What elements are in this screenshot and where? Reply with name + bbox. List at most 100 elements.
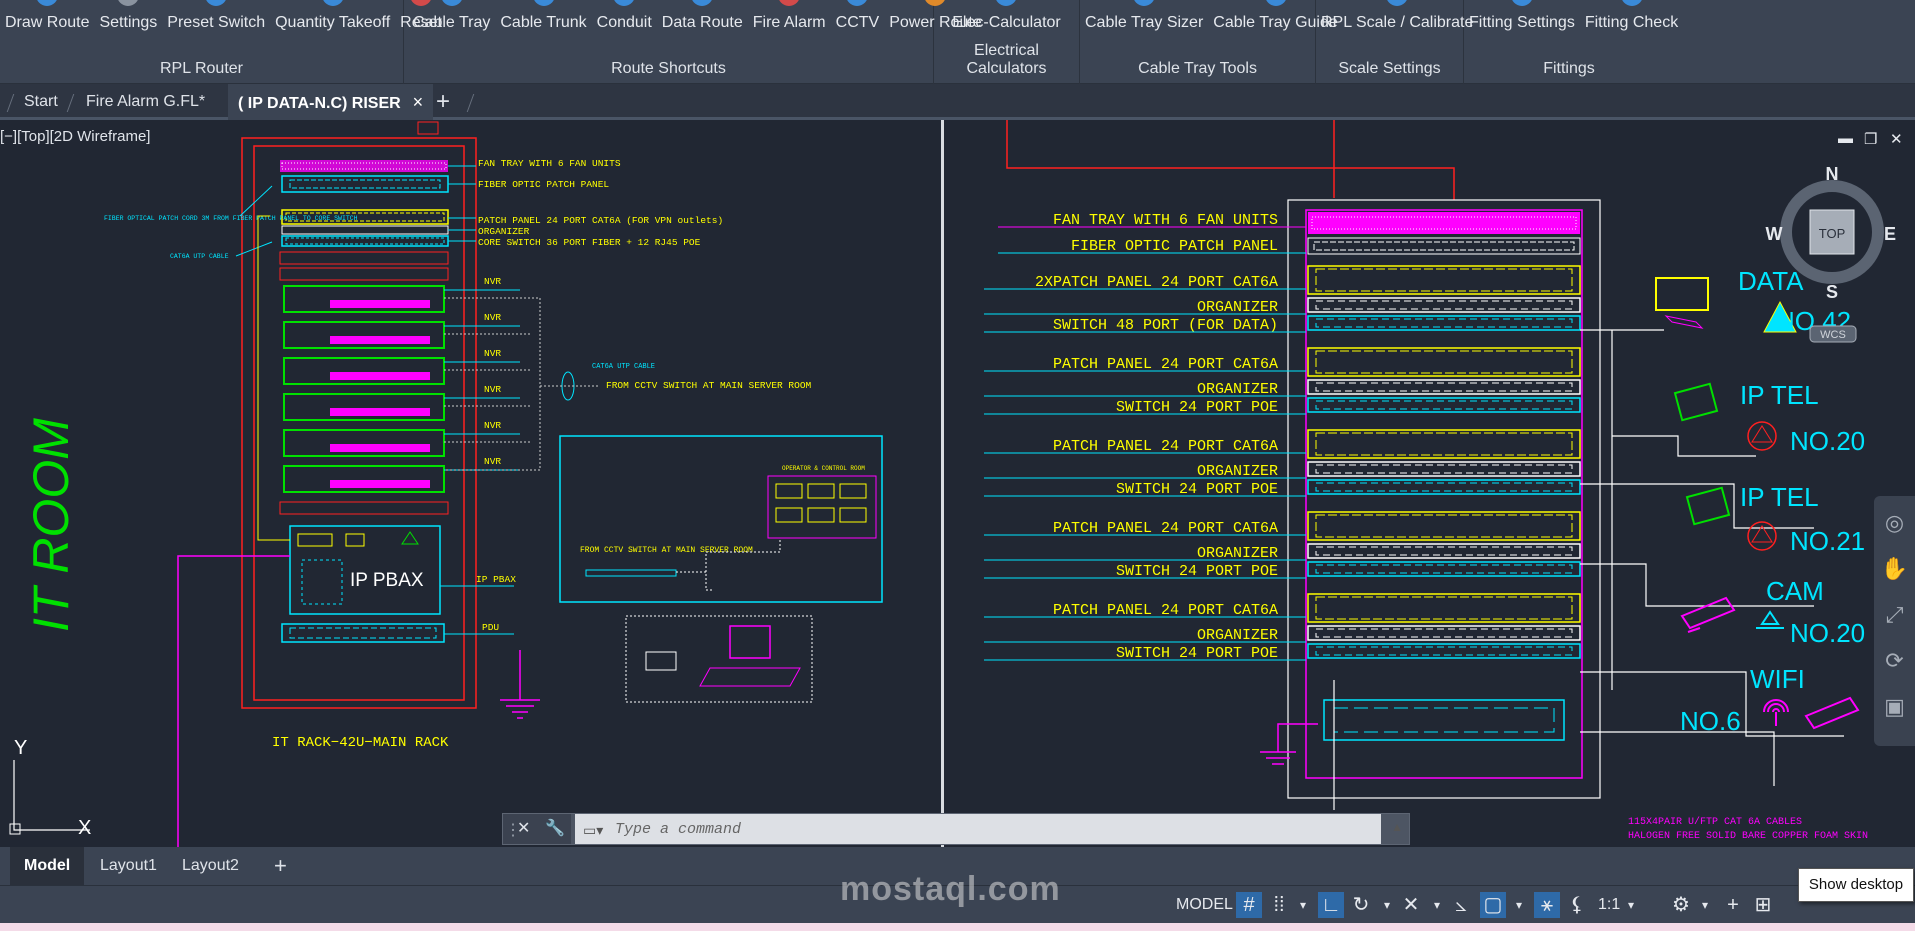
chevron-down-icon[interactable]: ▾ xyxy=(1618,892,1644,918)
tab-layout2[interactable]: Layout2 xyxy=(168,847,253,885)
feed-line xyxy=(177,555,290,847)
settings-button[interactable]: Settings xyxy=(94,0,162,38)
navigation-bar[interactable]: ◎ ✋ ⤢ ⟳ ▣ xyxy=(1874,496,1915,746)
cable-trunk-button[interactable]: Cable Trunk xyxy=(495,0,591,38)
chevron-down-icon[interactable]: ▾ xyxy=(1506,892,1532,918)
data-route-button[interactable]: Data Route xyxy=(657,0,748,38)
cctv-label: CCTV xyxy=(835,14,880,31)
viewcube-south[interactable]: S xyxy=(1826,282,1838,302)
rack-unit-org xyxy=(1307,625,1581,641)
grid-icon[interactable]: # xyxy=(1236,892,1262,918)
desk-keyboard xyxy=(699,667,801,687)
blank-panel xyxy=(279,251,449,265)
tab-start[interactable]: Start xyxy=(14,84,68,120)
selection-cycling-icon[interactable]: ▢ xyxy=(1480,892,1506,918)
lineweight-icon[interactable]: ⦣ xyxy=(1448,892,1474,918)
rack-callout: SWITCH 24 PORT POE xyxy=(1116,645,1278,662)
core-switch-ports xyxy=(285,237,445,245)
new-layout-button[interactable]: + xyxy=(260,847,301,885)
workspace-gear-icon[interactable]: ⚙ xyxy=(1668,892,1694,918)
command-history-icon[interactable]: ▲ xyxy=(1391,820,1403,834)
cctv-camera-icon xyxy=(1804,696,1860,730)
right-fan-tray xyxy=(1308,212,1580,234)
pbax-indicator xyxy=(297,533,333,547)
auto-scale-icon[interactable]: ⚸ xyxy=(1564,892,1590,918)
draw-route-button[interactable]: Draw Route xyxy=(0,0,94,38)
chevron-down-icon[interactable]: ▾ xyxy=(1424,892,1450,918)
quantity-takeoff-button[interactable]: Quantity Takeoff xyxy=(270,0,395,38)
fitting-settings-label: Fitting Settings xyxy=(1469,14,1575,31)
cable-note-1: 115X4PAIR U/FTP CAT 6A CABLES xyxy=(1628,816,1802,828)
right-pdu xyxy=(1323,699,1565,741)
ip-phone-icon xyxy=(1685,486,1731,526)
tab-model[interactable]: Model xyxy=(10,847,85,885)
ortho-icon[interactable]: ∟ xyxy=(1318,892,1344,918)
quantity-takeoff-label: Quantity Takeoff xyxy=(275,14,391,31)
restore-viewport-icon[interactable]: ❐ xyxy=(1864,130,1877,148)
command-input[interactable] xyxy=(575,814,1381,844)
pbax-text: IP PBAX xyxy=(350,570,424,591)
fitting-check-button[interactable]: Fitting Check xyxy=(1580,0,1683,38)
annotation-visibility-icon[interactable]: ⚹ xyxy=(1534,892,1560,918)
zoom-extents-icon[interactable]: ⤢ xyxy=(1874,602,1915,628)
new-tab-button[interactable]: + xyxy=(426,84,460,120)
rack-title: IT RACK−42U−MAIN RACK xyxy=(272,735,449,751)
cctv-button[interactable]: CCTV xyxy=(831,0,885,38)
preset-switch-button[interactable]: Preset Switch xyxy=(162,0,270,38)
orbit-icon[interactable]: ⟳ xyxy=(1874,648,1915,674)
callout-fiber-cord: FIBER OPTICAL PATCH CORD 3M FROM FIBER P… xyxy=(104,215,358,222)
recent-commands-icon[interactable]: ▭▾ xyxy=(583,822,603,839)
wifi-icon xyxy=(1763,699,1789,726)
annotation-scale[interactable]: 1:1 xyxy=(1598,896,1620,914)
fire-alarm-button[interactable]: Fire Alarm xyxy=(748,0,831,38)
ribbon: Draw Route Settings Preset Switch Quanti… xyxy=(0,0,1915,84)
model-space-toggle[interactable]: MODEL xyxy=(1176,896,1233,914)
viewcube-west[interactable]: W xyxy=(1766,224,1783,244)
rack-callout: PATCH PANEL 24 PORT CAT6A xyxy=(1053,602,1278,619)
minimize-viewport-icon[interactable]: ▬ xyxy=(1838,130,1853,147)
customize-wrench-icon[interactable]: 🔧 xyxy=(545,818,565,838)
conduit-button[interactable]: Conduit xyxy=(592,0,657,38)
callout-patch-panel: PATCH PANEL 24 PORT CAT6A (FOR VPN outle… xyxy=(478,215,723,226)
tab-fire-alarm[interactable]: Fire Alarm G.FL* xyxy=(76,84,215,120)
steering-wheel-icon[interactable]: ◎ xyxy=(1874,510,1915,536)
showmotion-icon[interactable]: ▣ xyxy=(1874,694,1915,720)
units-icon[interactable]: ⊞ xyxy=(1750,892,1776,918)
close-tab-icon[interactable]: × xyxy=(413,92,424,112)
close-command-icon[interactable]: ✕ xyxy=(517,818,530,838)
viewcube-east[interactable]: E xyxy=(1884,224,1896,244)
ribbon-group-electrical-calculators: Elec-Calculator Electrical Calculators xyxy=(934,0,1080,84)
viewcube-north[interactable]: N xyxy=(1826,164,1839,184)
close-viewport-icon[interactable]: ✕ xyxy=(1890,130,1903,148)
cable-tray-sizer-button[interactable]: Cable Tray Sizer xyxy=(1080,0,1208,38)
elec-calculator-button[interactable]: Elec-Calculator xyxy=(947,0,1065,38)
chevron-down-icon[interactable]: ▾ xyxy=(1374,892,1400,918)
rack-unit-org xyxy=(1307,543,1581,559)
snap-icon[interactable]: ⁞⁞ xyxy=(1266,892,1292,918)
rack-unit-ports xyxy=(1315,382,1573,392)
annotation-monitor-plus-icon[interactable]: + xyxy=(1720,892,1746,918)
polar-tracking-icon[interactable]: ↻ xyxy=(1348,892,1374,918)
ribbon-group-label: RPL Router xyxy=(160,60,243,77)
blank-panel xyxy=(279,267,449,281)
cable-tray-sizer-label: Cable Tray Sizer xyxy=(1085,14,1204,31)
tab-layout1[interactable]: Layout1 xyxy=(86,847,171,885)
chevron-down-icon[interactable]: ▾ xyxy=(1692,892,1718,918)
object-snap-tracking-icon[interactable]: ✕ xyxy=(1398,892,1424,918)
callout-fiber-panel: FIBER OPTIC PATCH PANEL xyxy=(478,179,609,190)
chevron-down-icon[interactable]: ▾ xyxy=(1290,892,1316,918)
rack-callout: ORGANIZER xyxy=(1197,381,1278,398)
cable-tray-button[interactable]: Cable Tray xyxy=(408,0,495,38)
right-viewport-drawing: 2XPATCH PANEL 24 PORT CAT6AORGANIZERSWIT… xyxy=(984,120,1915,842)
tab-ip-data-riser[interactable]: ( IP DATA-N.C) RISER × xyxy=(228,84,434,120)
rack-unit-ports xyxy=(1315,596,1573,620)
ucs-y-label: Y xyxy=(14,737,27,759)
device-iptel1-label: IP TEL xyxy=(1740,380,1819,410)
drawing-canvas[interactable]: [−][Top][2D Wireframe] IP PBAX FAN TRAY … xyxy=(0,120,1915,847)
rpl-scale-calibrate-button[interactable]: RPL Scale / Calibrate xyxy=(1316,0,1478,38)
pan-hand-icon[interactable]: ✋ xyxy=(1874,556,1915,582)
ribbon-group-route-shortcuts: Cable Tray Cable Trunk Conduit Data Rout… xyxy=(404,0,982,84)
cable-note-2: HALOGEN FREE SOLID BARE COPPER FOAM SKIN xyxy=(1628,831,1868,842)
nvr-stack xyxy=(283,285,445,493)
fitting-settings-button[interactable]: Fitting Settings xyxy=(1464,0,1580,38)
